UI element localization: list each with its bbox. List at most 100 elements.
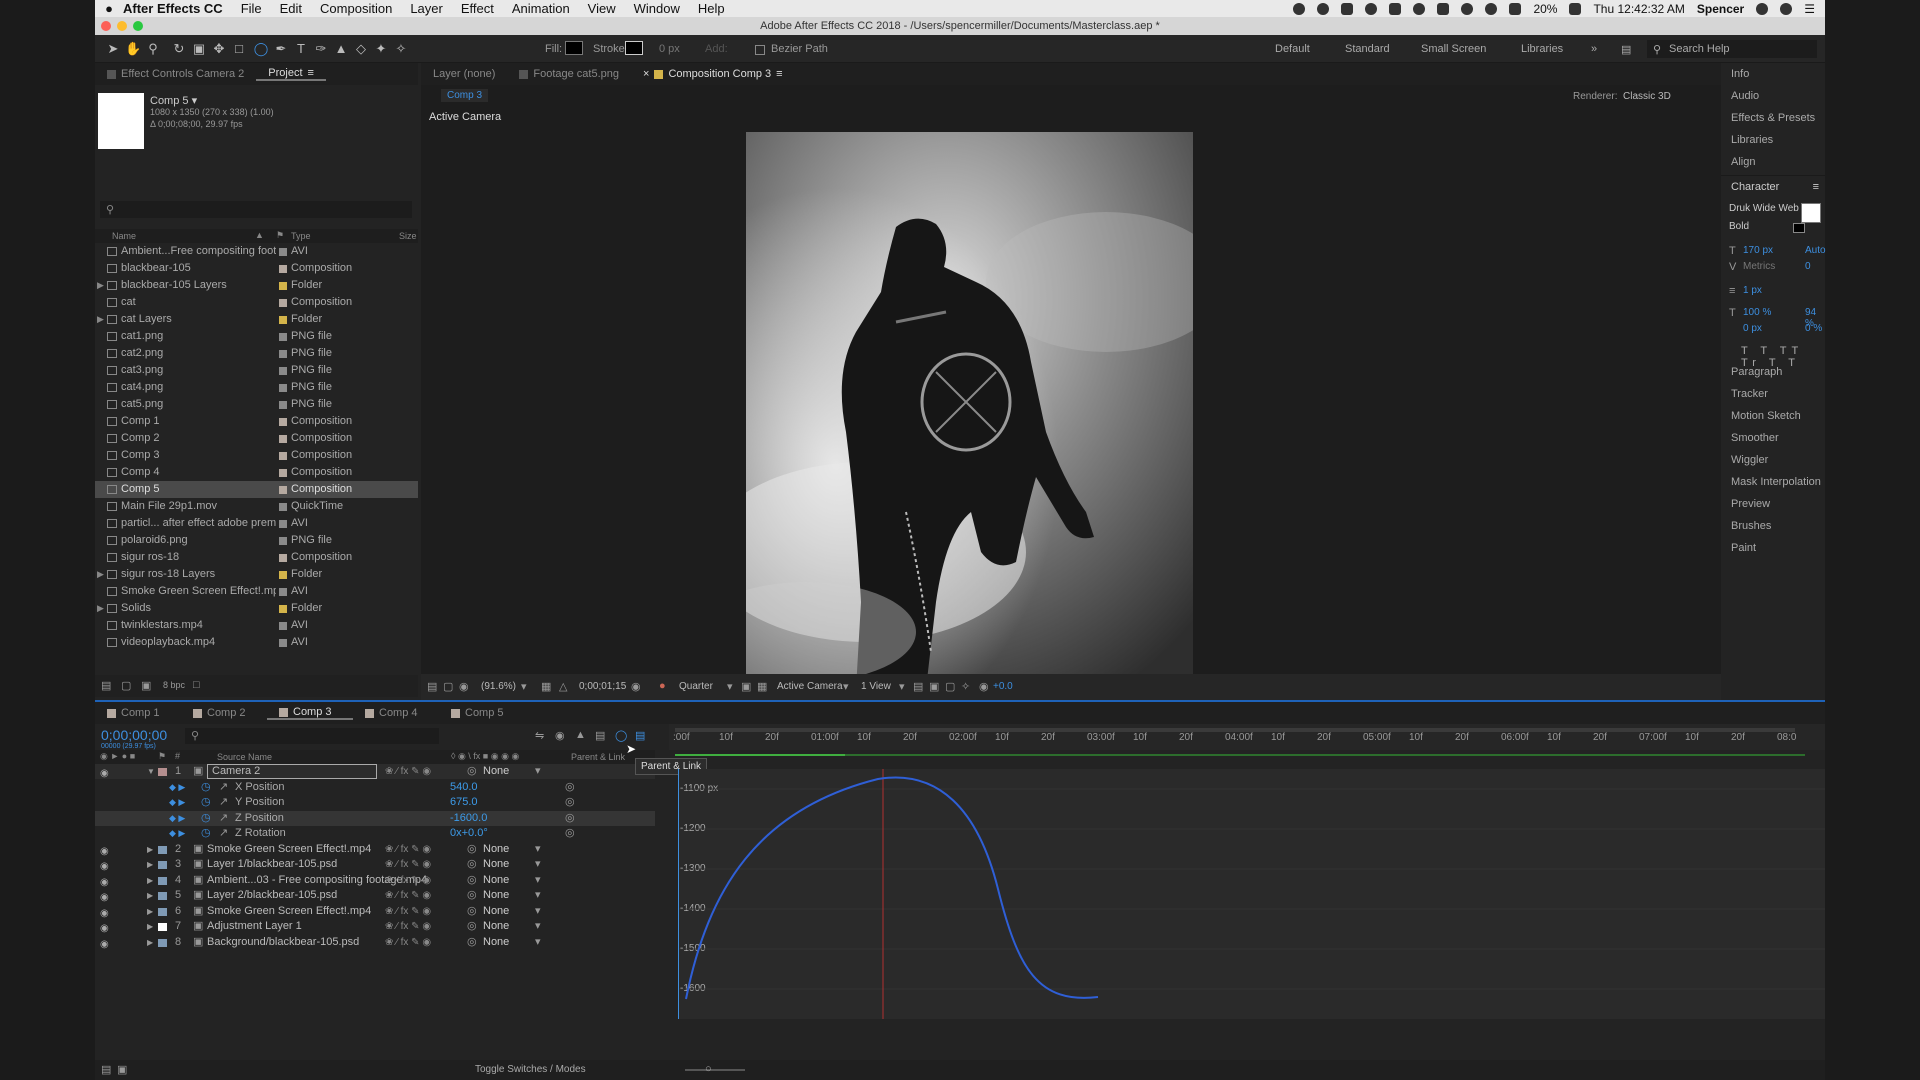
project-item[interactable]: cat4.png PNG file (95, 379, 418, 396)
stopwatch-icon[interactable]: ◷ (201, 826, 211, 841)
puppet-pin-tool-icon[interactable]: ✧ (393, 41, 409, 57)
record-icon[interactable] (1293, 2, 1306, 15)
chevron-down-icon[interactable]: ▾ (843, 680, 849, 693)
project-item[interactable]: particl... after effect adobe premiere.m… (95, 515, 418, 532)
camera-dropdown[interactable]: Active Camera (777, 681, 843, 692)
property-value[interactable]: 540.0 (450, 780, 478, 795)
project-item[interactable]: Comp 2 Composition (95, 430, 418, 447)
property-value[interactable]: 675.0 (450, 795, 478, 810)
layer-switches-icons[interactable]: ❀ ∕ fx ✎ ◉ (385, 935, 431, 950)
label-color-swatch[interactable] (279, 435, 287, 443)
graph-icon[interactable]: ↗ (219, 795, 228, 810)
leading-value[interactable]: Auto (1805, 245, 1826, 256)
pan-behind-tool-icon[interactable]: ✥ (211, 41, 227, 57)
tab-layer[interactable]: Layer (none) (421, 68, 507, 80)
layer-label-color[interactable] (158, 768, 167, 776)
add-label[interactable]: Add: (705, 43, 728, 55)
menubar-clock[interactable]: Thu 12:42:32 AM (1593, 2, 1684, 16)
layer-name[interactable]: Background/blackbear-105.psd (207, 935, 359, 950)
messenger-icon[interactable] (1317, 2, 1330, 15)
panel-mask-interpolation[interactable]: Mask Interpolation (1721, 471, 1825, 493)
av-features-icons[interactable]: ◉ ► ● ■ (100, 751, 135, 762)
close-window-icon[interactable] (101, 21, 111, 31)
fast-previews-icon[interactable]: ▣ (929, 680, 939, 693)
zoom-level[interactable]: (91.6%) (481, 681, 516, 692)
flowchart-icon[interactable]: ✧ (961, 680, 970, 693)
project-item[interactable]: sigur ros-18 Composition (95, 549, 418, 566)
panel-motion-sketch[interactable]: Motion Sketch (1721, 405, 1825, 427)
parent-dropdown[interactable]: None (483, 888, 509, 903)
comp-mini-flowchart-icon[interactable]: ⇋ (535, 729, 544, 742)
resolution-dropdown[interactable]: Quarter (679, 681, 713, 692)
graph-icon[interactable]: ↗ (219, 780, 228, 795)
rectangle-tool-icon[interactable]: □ (231, 41, 247, 57)
project-item[interactable]: polaroid6.png PNG file (95, 532, 418, 549)
panel-audio[interactable]: Audio (1721, 85, 1825, 107)
composition-canvas[interactable] (746, 132, 1193, 689)
expand-arrow-icon[interactable]: ▶ (97, 277, 104, 294)
fill-color-swatch[interactable] (1801, 203, 1821, 223)
siri-icon[interactable] (1780, 2, 1793, 15)
expression-icon[interactable]: ◎ (565, 826, 575, 841)
label-color-swatch[interactable] (279, 367, 287, 375)
menu-layer[interactable]: Layer (410, 1, 443, 16)
panel-menu-icon[interactable]: ≡ (776, 68, 782, 80)
pick-whip-icon[interactable]: ◎ (467, 935, 477, 950)
tracking-value[interactable]: 0 (1805, 261, 1811, 272)
timeline-layer-row[interactable]: ◉ ▶ 5 ▣ Layer 2/blackbear-105.psd ❀ ∕ fx ✎ ◉ ◎… (95, 888, 655, 903)
layer-label-color[interactable] (158, 907, 167, 916)
battery-level[interactable]: 20% (1533, 2, 1557, 16)
wifi-icon[interactable] (1485, 2, 1498, 15)
motion-blur-icon[interactable]: ◯ (615, 729, 627, 742)
project-item[interactable]: Ambient...Free compositing footage.mp4 AV… (95, 243, 418, 260)
label-color-swatch[interactable] (279, 265, 287, 273)
zoom-slider[interactable] (685, 1069, 745, 1071)
display-icon[interactable] (1437, 2, 1450, 15)
exposure-value[interactable]: +0.0 (993, 681, 1013, 692)
layer-name[interactable]: Smoke Green Screen Effect!.mp4 (207, 904, 371, 919)
stroke-width-value[interactable]: 1 px (1743, 285, 1762, 296)
label-color-swatch[interactable] (279, 554, 287, 562)
panel-menu-icon[interactable]: ≡ (1813, 176, 1819, 198)
mask-icon[interactable]: △ (559, 680, 567, 693)
label-color-swatch[interactable] (279, 503, 287, 511)
twirl-arrow-icon[interactable]: ▶ (147, 935, 153, 950)
sort-arrow-icon[interactable]: ▲ (255, 230, 264, 240)
project-item[interactable]: cat1.png PNG file (95, 328, 418, 345)
expand-icon[interactable]: ▣ (117, 1063, 127, 1076)
twirl-arrow-icon[interactable]: ▶ (147, 873, 153, 888)
panel-wiggler[interactable]: Wiggler (1721, 449, 1825, 471)
label-color-swatch[interactable] (279, 350, 287, 358)
workspace-standard[interactable]: Standard (1345, 43, 1390, 55)
label-color-swatch[interactable] (279, 401, 287, 409)
tsume-value[interactable]: 0 % (1805, 323, 1822, 334)
character-panel-title[interactable]: Character ≡ (1721, 175, 1825, 197)
parent-dropdown[interactable]: None (483, 935, 509, 950)
timeline-icon[interactable]: ▢ (945, 680, 955, 693)
pick-whip-icon[interactable]: ◎ (467, 842, 477, 857)
chevron-down-icon[interactable]: ▾ (535, 919, 541, 934)
visibility-eye-icon[interactable]: ◉ (100, 937, 109, 952)
layer-name[interactable]: Adjustment Layer 1 (207, 919, 302, 934)
parent-dropdown[interactable]: None (483, 764, 509, 779)
number-column-icon[interactable]: # (175, 751, 180, 761)
menu-animation[interactable]: Animation (512, 1, 570, 16)
menu-window[interactable]: Window (634, 1, 680, 16)
layer-label-color[interactable] (158, 876, 167, 885)
trash-icon[interactable]: □ (193, 679, 200, 691)
twirl-arrow-icon[interactable]: ▶ (147, 904, 153, 919)
new-composition-icon[interactable]: ▣ (141, 679, 151, 692)
color-channel-icon[interactable]: ● (659, 680, 666, 692)
layer-label-color[interactable] (158, 938, 167, 947)
zoom-tool-icon[interactable]: ⚲ (145, 41, 161, 57)
chevron-down-icon[interactable]: ▾ (521, 680, 527, 693)
keyframe-nav-icon[interactable]: ◆ ▶ (169, 780, 185, 795)
panel-brushes[interactable]: Brushes (1721, 515, 1825, 537)
menu-view[interactable]: View (588, 1, 616, 16)
keyframe-nav-icon[interactable]: ◆ ▶ (169, 795, 185, 810)
timeline-tab[interactable]: Comp 5 (439, 707, 525, 719)
interpret-footage-icon[interactable]: ▤ (101, 679, 111, 692)
pick-whip-icon[interactable]: ◎ (467, 904, 477, 919)
project-item[interactable]: Main File 29p1.mov QuickTime (95, 498, 418, 515)
timeline-layer-row[interactable]: ◉ ▶ 2 ▣ Smoke Green Screen Effect!.mp4 ❀ ∕ fx… (95, 842, 655, 857)
